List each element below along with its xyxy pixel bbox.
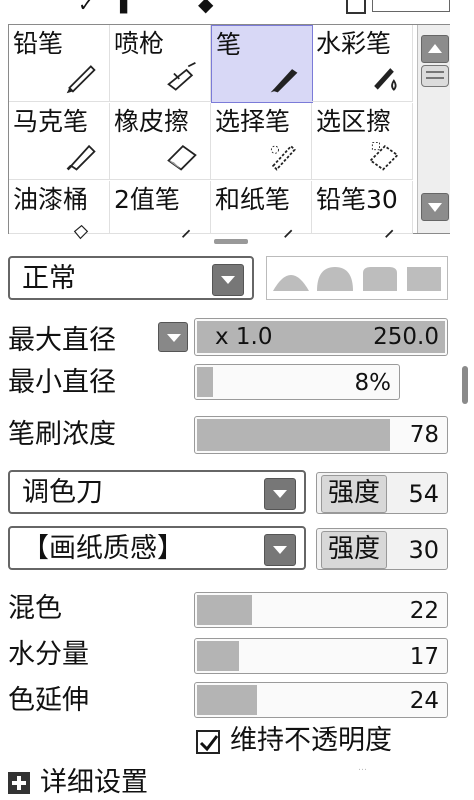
tool-palette: 铅笔 喷枪 笔 水彩笔马克笔 橡皮擦 选择笔 选区擦油漆桶 2值笔 和纸笔 铅笔30 <box>8 24 450 240</box>
blender-select[interactable]: 调色刀 <box>8 470 306 514</box>
tool-label: 选择笔 <box>215 107 291 136</box>
persistence-value: 24 <box>409 688 439 714</box>
max-diameter-value: 250.0 <box>373 324 439 350</box>
toolbar-icon[interactable]: ▮ <box>118 0 129 16</box>
binary-pen-icon <box>181 229 191 238</box>
persistence-label: 色延伸 <box>8 685 89 716</box>
tool-2[interactable]: 喷枪 <box>110 25 211 102</box>
tool-1[interactable]: 铅笔 <box>9 25 110 102</box>
keep-opacity-checkbox[interactable] <box>196 730 220 754</box>
keep-opacity-label: 维持不透明度 <box>230 725 392 756</box>
texture-select[interactable]: 【画纸质感】 <box>8 526 306 570</box>
tool-label: 和纸笔 <box>215 185 291 214</box>
brush-shape-medium-icon <box>317 267 353 291</box>
tool-12[interactable]: 铅笔30 <box>312 181 413 238</box>
diameter-range-button[interactable] <box>158 322 188 352</box>
brush-shape-flat-icon <box>407 267 441 291</box>
brush-tool-icon[interactable]: ✓ <box>78 0 95 16</box>
dilution-value: 17 <box>409 644 439 670</box>
blend-mode-value: 正常 <box>22 263 76 294</box>
tool-label: 水彩笔 <box>316 29 392 58</box>
toolbar-field[interactable] <box>372 0 450 12</box>
chevron-down-icon[interactable] <box>264 478 296 510</box>
pen-icon <box>270 69 298 93</box>
tool-label: 马克笔 <box>13 107 89 136</box>
slider-fill <box>197 685 257 715</box>
watercolor-brush-icon <box>374 68 397 91</box>
blender-value: 调色刀 <box>22 477 103 508</box>
top-toolbar: ✓ ▮ ◆ <box>0 0 474 16</box>
slider-fill <box>197 595 252 625</box>
brush-shape-selector[interactable] <box>266 256 448 300</box>
chevron-down-icon[interactable] <box>264 534 296 566</box>
texture-value: 【画纸质感】 <box>22 533 184 564</box>
scroll-up-button[interactable] <box>421 35 449 63</box>
bucket-icon <box>73 224 89 240</box>
blend-mode-select[interactable]: 正常 <box>8 256 254 300</box>
strength-label: 强度 <box>321 531 387 569</box>
max-diameter-slider[interactable]: x 1.0 250.0 <box>194 318 448 356</box>
tool-label: 笔 <box>216 30 242 59</box>
tool-label: 2值笔 <box>114 185 180 214</box>
tool-10[interactable]: 2值笔 <box>110 181 211 238</box>
selection-pen-icon <box>270 144 296 171</box>
diameter-multiplier: x 1.0 <box>215 324 273 350</box>
max-diameter-label: 最大直径 <box>8 325 116 356</box>
slider-fill <box>197 641 239 671</box>
tool-11[interactable]: 和纸笔 <box>211 181 312 238</box>
density-value: 78 <box>409 422 439 448</box>
min-diameter-slider[interactable]: 8% <box>194 364 400 400</box>
tool-scrollbar[interactable] <box>417 25 450 233</box>
strength-value: 30 <box>408 536 439 564</box>
blending-label: 混色 <box>8 593 62 624</box>
chevron-down-icon[interactable] <box>212 264 244 296</box>
blender-strength[interactable]: 强度 54 <box>316 472 448 514</box>
tool-label: 铅笔30 <box>316 185 398 214</box>
strength-value: 54 <box>408 480 439 508</box>
tool-4[interactable]: 水彩笔 <box>312 25 413 102</box>
brush-shape-hard-icon <box>363 267 397 291</box>
tool-7[interactable]: 选择笔 <box>211 103 312 180</box>
toolbar-checkbox-icon[interactable] <box>346 0 366 14</box>
strength-label: 强度 <box>321 475 387 513</box>
pencil30-icon <box>385 229 394 238</box>
advanced-settings-label[interactable]: 详细设置 <box>40 766 148 800</box>
tool-label: 橡皮擦 <box>114 107 190 136</box>
min-diameter-value: 8% <box>354 370 392 396</box>
tool-label: 铅笔 <box>13 29 64 58</box>
persistence-slider[interactable]: 24 <box>194 682 448 718</box>
airbrush-icon <box>167 61 196 91</box>
watermark: … <box>358 763 367 773</box>
selection-eraser-icon <box>369 142 399 171</box>
tool-3[interactable]: 笔 <box>211 25 313 103</box>
min-diameter-label: 最小直径 <box>8 367 116 398</box>
slider-fill <box>197 419 390 451</box>
tool-6[interactable]: 橡皮擦 <box>110 103 211 180</box>
tool-label: 选区擦 <box>316 107 392 136</box>
toolbar-icon[interactable]: ◆ <box>198 0 213 16</box>
tool-label: 油漆桶 <box>13 185 89 214</box>
dilution-slider[interactable]: 17 <box>194 638 448 674</box>
slider-fill <box>197 367 213 397</box>
tool-8[interactable]: 选区擦 <box>312 103 413 180</box>
scroll-thumb[interactable] <box>421 65 449 87</box>
tool-5[interactable]: 马克笔 <box>9 103 110 180</box>
expand-plus-icon[interactable] <box>8 772 30 794</box>
washi-pen-icon <box>284 229 293 238</box>
dilution-label: 水分量 <box>8 639 89 670</box>
eraser-icon <box>167 144 197 171</box>
density-slider[interactable]: 78 <box>194 416 448 454</box>
texture-strength[interactable]: 强度 30 <box>316 528 448 570</box>
scroll-down-button[interactable] <box>421 193 449 221</box>
brush-shape-soft-icon <box>273 275 309 291</box>
marker-icon <box>66 144 96 171</box>
blending-slider[interactable]: 22 <box>194 592 448 628</box>
blending-value: 22 <box>409 598 439 624</box>
panel-scroll-indicator[interactable] <box>462 366 468 404</box>
tool-label: 喷枪 <box>114 29 165 58</box>
pencil-icon <box>66 65 96 94</box>
density-label: 笔刷浓度 <box>8 419 116 450</box>
tool-9[interactable]: 油漆桶 <box>9 181 110 240</box>
panel-splitter[interactable] <box>214 239 248 244</box>
